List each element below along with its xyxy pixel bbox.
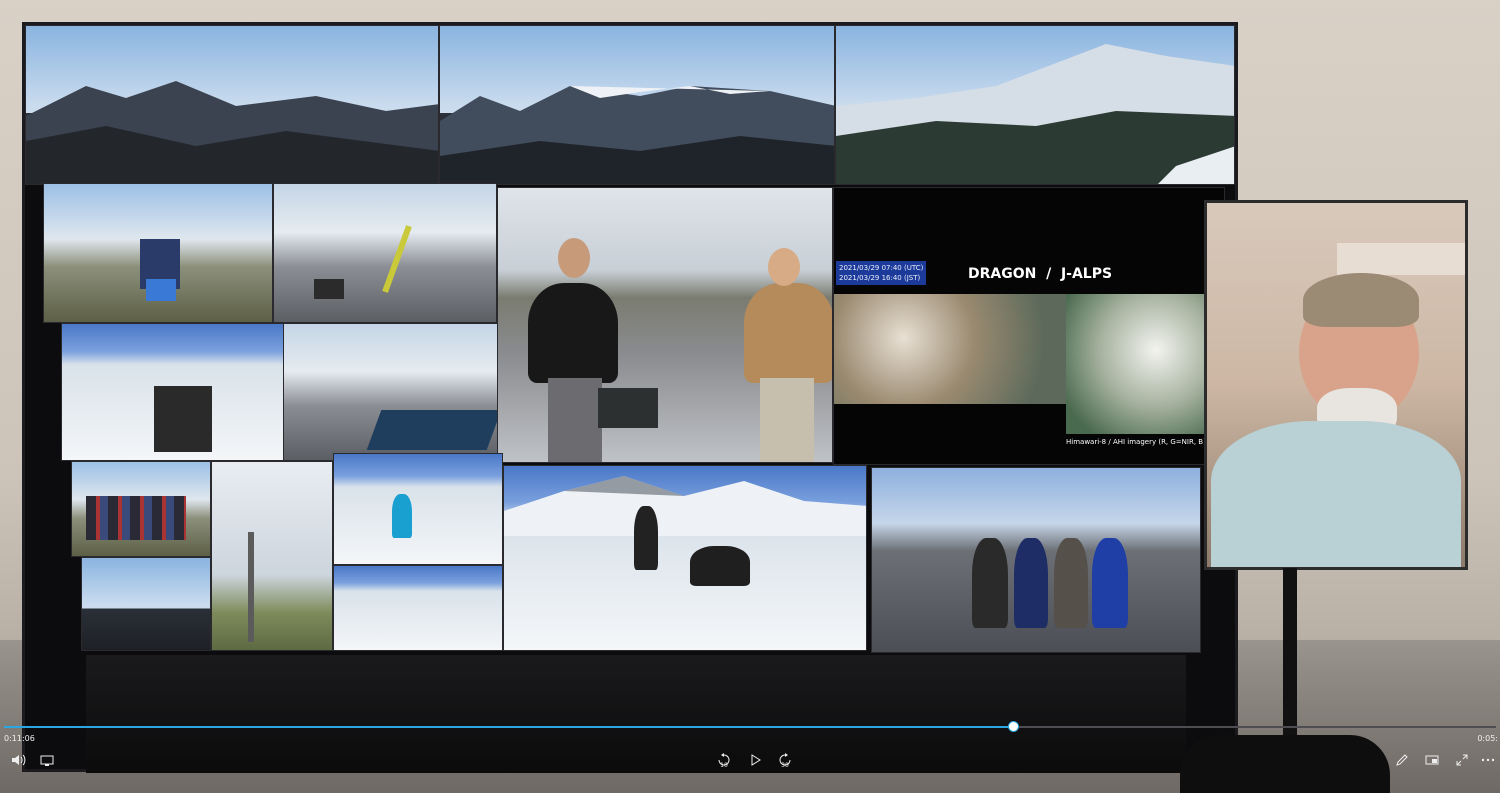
date-box: 2021/03/29 07:40 (UTC) 2021/03/29 16:40 … xyxy=(836,261,927,285)
presenter-person xyxy=(1211,421,1461,567)
fullscreen-icon[interactable] xyxy=(1452,750,1472,770)
volume-icon[interactable] xyxy=(8,750,28,770)
slide-title: DRAGON / J-ALPS xyxy=(968,266,1113,282)
person-left xyxy=(528,283,618,383)
researchers-rooftop-photo xyxy=(497,187,833,463)
climber-photo xyxy=(333,453,503,565)
date-utc: 2021/03/29 07:40 (UTC) xyxy=(839,264,924,272)
rooftop-instrument-photo xyxy=(273,183,497,323)
date-jst: 2021/03/29 16:40 (JST) xyxy=(839,274,921,282)
foggy-sunphotometer-photo xyxy=(211,461,333,651)
captions-icon[interactable] xyxy=(37,750,57,770)
panorama-left xyxy=(25,25,439,185)
panorama-center xyxy=(439,25,835,185)
mountain-valley-photo xyxy=(81,557,211,651)
end-time: 0:05: xyxy=(1477,734,1498,743)
player-controls: 0:11:06 0:05: 10 30 xyxy=(0,712,1500,793)
pen-icon[interactable] xyxy=(1392,750,1412,770)
seek-bar[interactable] xyxy=(4,721,1496,732)
seek-progress xyxy=(4,726,1013,728)
presenter-video xyxy=(1207,203,1465,567)
satellite-image-left xyxy=(834,294,1066,404)
dragon-slide: 2021/03/29 07:40 (UTC) 2021/03/29 16:40 … xyxy=(833,187,1225,465)
seek-thumb[interactable] xyxy=(1007,721,1019,732)
satellite-image-right xyxy=(1066,294,1216,434)
snowy-station-photo xyxy=(61,323,289,461)
panorama-right xyxy=(835,25,1235,185)
current-time: 0:11:06 xyxy=(4,734,35,743)
rewind-10-icon[interactable]: 10 xyxy=(714,750,734,770)
presenter-monitor xyxy=(1204,200,1468,570)
instrument-site-photo xyxy=(43,183,273,323)
rooftop-group-photo xyxy=(871,467,1201,653)
forward-30-icon[interactable]: 30 xyxy=(775,750,795,770)
snow-field-team-photo xyxy=(503,465,867,651)
imagery-caption: Himawari-8 / AHI imagery (R, G=NIR, B) xyxy=(1066,438,1206,446)
picture-in-picture-icon[interactable] xyxy=(1422,750,1442,770)
play-icon[interactable] xyxy=(745,750,765,770)
snowy-peaks-photo xyxy=(333,565,503,651)
group-photo-mountain xyxy=(71,461,211,557)
person-right xyxy=(744,283,832,383)
solar-panel-photo xyxy=(283,323,499,461)
more-icon[interactable] xyxy=(1478,750,1498,770)
